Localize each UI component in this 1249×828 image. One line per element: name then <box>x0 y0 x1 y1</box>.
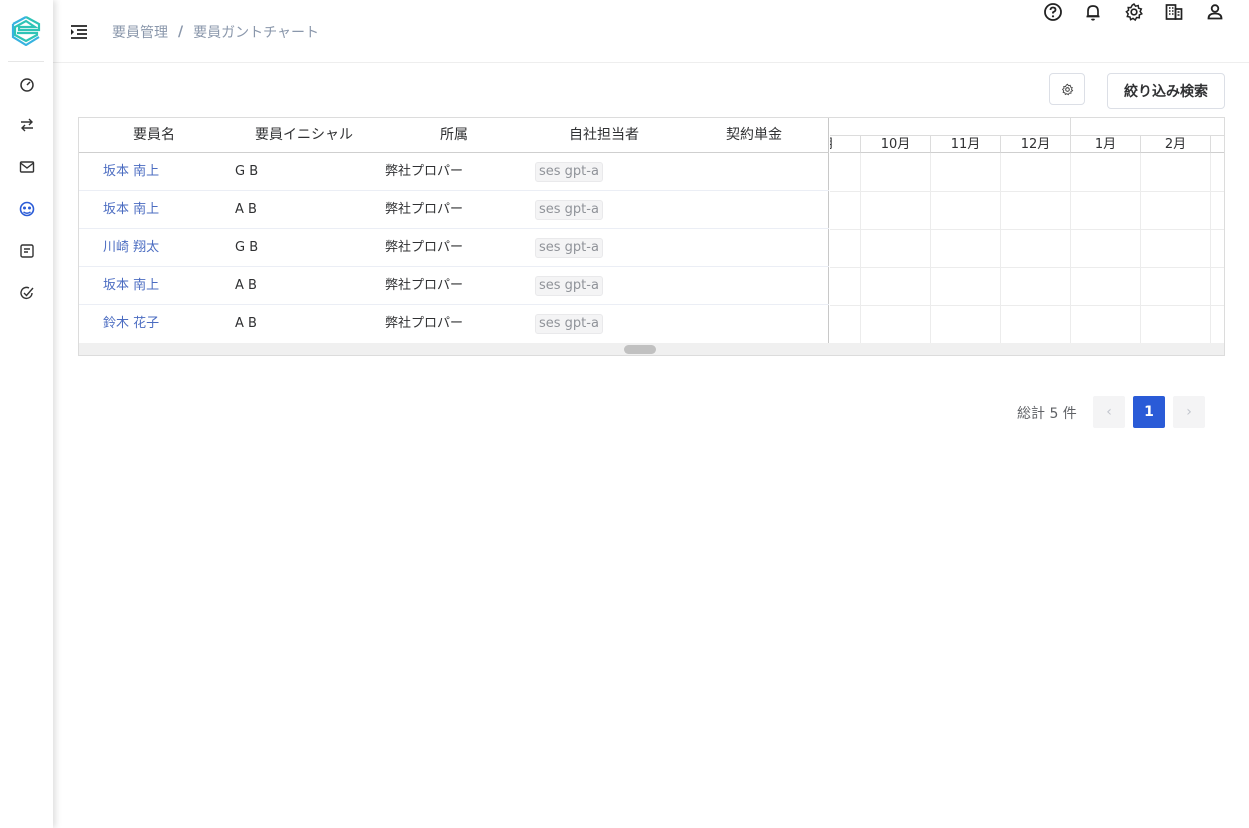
personnel-icon[interactable] <box>16 198 38 220</box>
column-header-manager: 自社担当者 <box>569 127 639 143</box>
personnel-initial: A B <box>235 316 257 331</box>
prev-page-button[interactable]: ‹ <box>1093 396 1125 428</box>
gantt-month-partial-next <box>1211 136 1224 153</box>
table-row: 鈴木 花子 A B 弊社プロパー ses gpt-a <box>79 305 829 343</box>
dashboard-icon[interactable] <box>16 73 38 95</box>
gantt-month: 10月 <box>861 136 931 153</box>
gantt-chart[interactable]: 月 10月 11月 12月 1月 2月 <box>830 118 1224 343</box>
task-check-icon[interactable] <box>16 282 38 304</box>
notes-icon[interactable] <box>16 240 38 262</box>
breadcrumb: 要員管理 / 要員ガントチャート <box>112 22 319 42</box>
transfer-icon[interactable] <box>16 114 38 136</box>
manager-tag: ses gpt-a <box>535 238 603 258</box>
personnel-initial: G B <box>235 240 259 255</box>
total-count: 総計 5 件 <box>1017 406 1077 422</box>
company-icon[interactable] <box>1162 0 1186 24</box>
table-row: 坂本 南上 A B 弊社プロパー ses gpt-a <box>79 191 829 229</box>
manager-tag: ses gpt-a <box>535 200 603 220</box>
scrollbar-thumb[interactable] <box>624 345 656 354</box>
filter-search-button[interactable]: 絞り込み検索 <box>1107 73 1225 109</box>
personnel-initial: A B <box>235 202 257 217</box>
personnel-affiliation: 弊社プロパー <box>385 278 464 293</box>
personnel-initial: A B <box>235 278 257 293</box>
personnel-affiliation: 弊社プロパー <box>385 164 464 179</box>
gear-icon <box>1061 83 1073 95</box>
gantt-month: 1月 <box>1071 136 1141 153</box>
breadcrumb-separator: / <box>178 24 184 40</box>
manager-tag: ses gpt-a <box>535 162 603 182</box>
sidebar-divider <box>8 61 44 62</box>
gantt-row-line <box>830 267 1224 268</box>
gantt-year-header <box>830 118 1224 136</box>
personnel-name-link[interactable]: 鈴木 花子 <box>103 305 159 342</box>
sidebar <box>0 0 53 828</box>
personnel-name-link[interactable]: 坂本 南上 <box>103 191 159 228</box>
next-page-button[interactable]: › <box>1173 396 1205 428</box>
breadcrumb-item-gantt: 要員ガントチャート <box>193 25 319 41</box>
column-header-contract-price: 契約単金 <box>726 127 782 143</box>
column-header-initial: 要員イニシャル <box>255 127 353 143</box>
personnel-affiliation: 弊社プロパー <box>385 316 464 331</box>
personnel-name-link[interactable]: 坂本 南上 <box>103 267 159 304</box>
gantt-row-line <box>830 191 1224 192</box>
gantt-month: 11月 <box>931 136 1001 153</box>
gantt-grid-line <box>1140 153 1141 343</box>
top-header: 要員管理 / 要員ガントチャート <box>53 0 1249 63</box>
gantt-row-line <box>830 229 1224 230</box>
gantt-month-partial: 月 <box>830 136 861 153</box>
personnel-gantt-table: 要員名 要員イニシャル 所属 自社担当者 契約単金 坂本 南上 G B 弊社プロ… <box>78 117 1225 356</box>
personnel-affiliation: 弊社プロパー <box>385 202 464 217</box>
gantt-month: 2月 <box>1141 136 1211 153</box>
table-row: 川崎 翔太 G B 弊社プロパー ses gpt-a <box>79 229 829 267</box>
mail-icon[interactable] <box>16 156 38 178</box>
column-settings-button[interactable] <box>1049 73 1085 105</box>
menu-toggle-icon[interactable] <box>69 23 89 41</box>
personnel-name-link[interactable]: 川崎 翔太 <box>103 229 159 266</box>
column-header-name: 要員名 <box>133 127 175 143</box>
user-icon[interactable] <box>1203 0 1227 24</box>
gantt-grid-line <box>1210 153 1211 343</box>
help-icon[interactable] <box>1041 0 1065 24</box>
page-number-current[interactable]: 1 <box>1133 396 1165 428</box>
gantt-grid-line <box>930 153 931 343</box>
gantt-grid-line <box>860 153 861 343</box>
gantt-year-divider <box>1070 118 1071 136</box>
horizontal-scrollbar[interactable] <box>79 343 1224 355</box>
personnel-name-link[interactable]: 坂本 南上 <box>103 153 159 190</box>
gantt-grid-line <box>1070 153 1071 343</box>
table-row: 坂本 南上 A B 弊社プロパー ses gpt-a <box>79 267 829 305</box>
gantt-row-line <box>830 305 1224 306</box>
breadcrumb-item-personnel[interactable]: 要員管理 <box>112 22 168 42</box>
personnel-table: 要員名 要員イニシャル 所属 自社担当者 契約単金 坂本 南上 G B 弊社プロ… <box>79 118 829 343</box>
gantt-grid-line <box>1000 153 1001 343</box>
gantt-month: 12月 <box>1001 136 1071 153</box>
settings-icon[interactable] <box>1122 0 1146 24</box>
manager-tag: ses gpt-a <box>535 314 603 334</box>
table-header: 要員名 要員イニシャル 所属 自社担当者 契約単金 <box>79 118 829 153</box>
table-row: 坂本 南上 G B 弊社プロパー ses gpt-a <box>79 153 829 191</box>
column-header-affiliation: 所属 <box>440 127 468 143</box>
app-logo-icon[interactable] <box>11 16 41 47</box>
personnel-initial: G B <box>235 164 259 179</box>
bell-icon[interactable] <box>1081 0 1105 24</box>
manager-tag: ses gpt-a <box>535 276 603 296</box>
personnel-affiliation: 弊社プロパー <box>385 240 464 255</box>
